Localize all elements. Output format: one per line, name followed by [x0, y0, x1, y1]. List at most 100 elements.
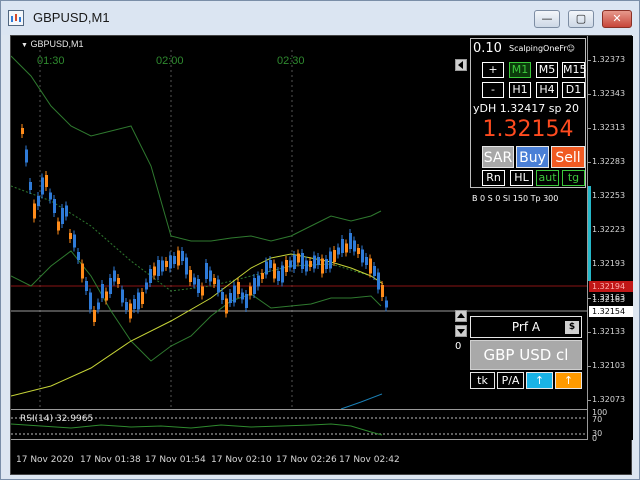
- lot-size[interactable]: 0.10: [473, 41, 502, 56]
- candle: [289, 260, 292, 268]
- tf-m5-button[interactable]: M5: [536, 62, 558, 78]
- candle: [37, 196, 40, 206]
- time-label: 17 Nov 2020: [16, 455, 74, 465]
- candle: [241, 292, 244, 300]
- smiley-icon: ☺: [566, 44, 575, 53]
- candle: [129, 303, 132, 319]
- tf-h4-button[interactable]: H4: [536, 82, 558, 98]
- window-title: GBPUSD,M1: [33, 10, 110, 25]
- rsi-plot: [11, 417, 587, 436]
- candle: [197, 279, 200, 293]
- tk-button[interactable]: tk: [470, 372, 495, 389]
- dollar-icon[interactable]: $: [565, 321, 579, 334]
- tf-m15-button[interactable]: M15: [562, 62, 587, 78]
- candle: [137, 292, 140, 310]
- title-bar[interactable]: GBPUSD,M1 — ▢ ✕: [1, 1, 639, 35]
- candle: [41, 177, 44, 195]
- candle: [385, 300, 388, 308]
- close-button[interactable]: ✕: [602, 10, 632, 28]
- candle: [201, 286, 204, 296]
- candle: [205, 263, 208, 279]
- candle: [313, 255, 316, 269]
- lower-indicator-line: [340, 393, 383, 410]
- candle: [189, 270, 192, 282]
- price-label: 1.32103: [592, 361, 626, 370]
- candle: [105, 291, 108, 301]
- candle: [293, 255, 296, 269]
- candle: [325, 259, 328, 269]
- candle: [177, 250, 180, 266]
- rsi-panel[interactable]: [11, 409, 587, 440]
- tf-d1-button[interactable]: D1: [562, 82, 585, 98]
- profit-all-button[interactable]: Prf A $: [470, 316, 582, 338]
- candle: [317, 257, 320, 265]
- minimize-button[interactable]: —: [534, 10, 560, 28]
- sell-button[interactable]: Sell: [551, 146, 585, 168]
- hl-button[interactable]: HL: [510, 170, 533, 186]
- scroll-down-icon[interactable]: [455, 325, 467, 337]
- time-marker: 02:30: [277, 55, 305, 67]
- sar-button[interactable]: SAR: [482, 146, 514, 168]
- candle: [369, 258, 372, 274]
- increase-lot-button[interactable]: +: [482, 62, 504, 78]
- time-marker: 02:00: [156, 55, 184, 67]
- candle: [309, 261, 312, 267]
- maximize-button[interactable]: ▢: [568, 10, 594, 28]
- lock-orange-button[interactable]: ↑: [555, 372, 582, 389]
- candle: [77, 252, 80, 260]
- candle: [213, 278, 216, 284]
- buy-button[interactable]: Buy: [516, 146, 549, 168]
- candle: [57, 221, 60, 231]
- candle: [265, 261, 268, 275]
- candle: [65, 205, 68, 217]
- panel-collapse-left-icon[interactable]: [455, 59, 467, 71]
- candle: [273, 263, 276, 279]
- candle: [297, 253, 300, 263]
- candle: [89, 292, 92, 310]
- candle: [357, 248, 360, 254]
- candle: [345, 243, 348, 253]
- price-label: 1.32373: [592, 55, 626, 64]
- candle: [217, 279, 220, 293]
- line-price-label: 1.32163: [592, 295, 626, 304]
- price-label: 1.32343: [592, 89, 626, 98]
- candle: [305, 260, 308, 272]
- candle: [377, 272, 380, 290]
- candle: [185, 257, 188, 275]
- candle: [233, 285, 236, 303]
- close-symbol-button[interactable]: GBP USD cl: [470, 340, 582, 370]
- price-scale[interactable]: 1.32373 1.32343 1.32313 1.32283 1.32253 …: [587, 36, 633, 440]
- dropdown-triangle-icon[interactable]: ▼: [21, 42, 28, 49]
- candle: [209, 270, 212, 282]
- lock-icon: ↑: [534, 374, 545, 387]
- profit-value: 0: [455, 341, 462, 352]
- candle: [365, 257, 368, 265]
- candle: [321, 258, 324, 274]
- candle: [145, 282, 148, 290]
- candle: [93, 310, 96, 322]
- candle: [249, 286, 252, 296]
- candle: [109, 278, 112, 294]
- price-label: 1.32193: [592, 259, 626, 268]
- tg-button[interactable]: tg: [562, 170, 585, 186]
- candle: [117, 278, 120, 284]
- close-icon: ✕: [612, 12, 622, 25]
- decrease-lot-button[interactable]: -: [482, 82, 504, 98]
- price-label: 1.32133: [592, 327, 626, 336]
- candle: [225, 298, 228, 314]
- tf-m1-button[interactable]: M1: [509, 62, 531, 78]
- scroll-up-icon[interactable]: [455, 310, 467, 322]
- candle: [97, 302, 100, 310]
- candle: [33, 203, 36, 219]
- candle: [53, 199, 56, 213]
- candle: [349, 233, 352, 249]
- candle: [45, 175, 48, 187]
- pa-button[interactable]: P/A: [497, 372, 524, 389]
- rn-button[interactable]: Rn: [482, 170, 505, 186]
- lock-blue-button[interactable]: ↑: [526, 372, 553, 389]
- auto-button[interactable]: aut: [536, 170, 559, 186]
- candle: [29, 182, 32, 190]
- tf-h1-button[interactable]: H1: [509, 82, 531, 98]
- price-label: 1.32253: [592, 191, 626, 200]
- chart-area[interactable]: ▼ GBPUSD,M1 01:30 02:00 02:30 1.32373 1.…: [10, 35, 633, 475]
